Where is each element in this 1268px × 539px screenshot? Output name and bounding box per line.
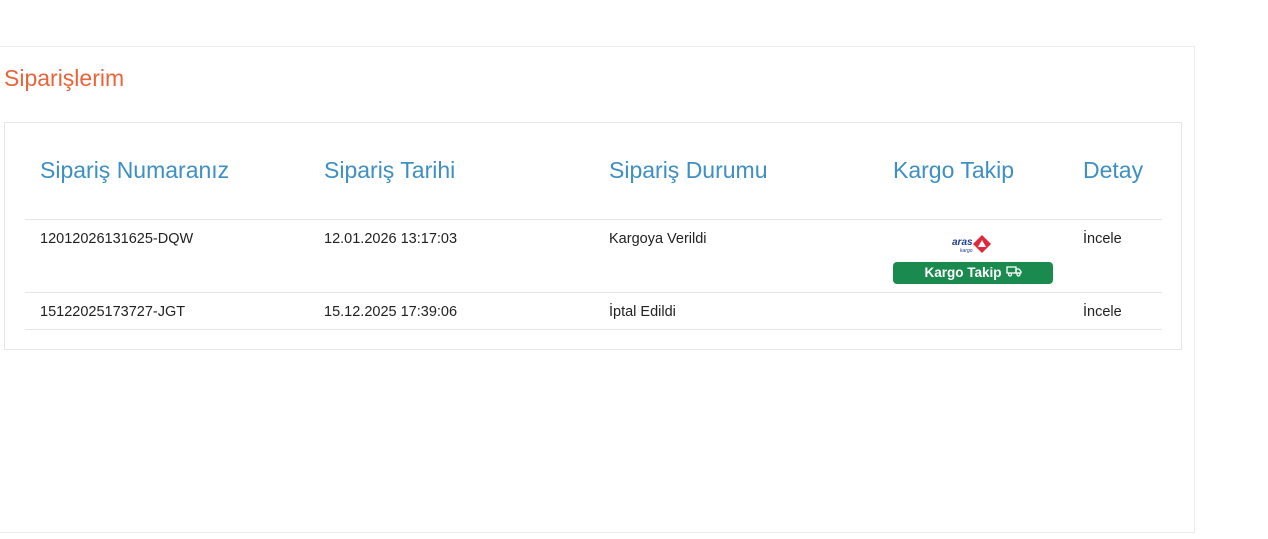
header-cargo-tracking: Kargo Takip <box>878 123 1068 220</box>
table-row: 12012026131625-DQW 12.01.2026 13:17:03 K… <box>25 219 1162 293</box>
aras-kargo-logo: aras kargo <box>893 234 1053 254</box>
header-detail: Detay <box>1068 123 1162 220</box>
table-row: 15122025173727-JGT 15.12.2025 17:39:06 İ… <box>25 292 1162 330</box>
header-order-status: Sipariş Durumu <box>594 123 878 220</box>
header-order-number: Sipariş Numaranız <box>25 123 309 220</box>
svg-text:kargo: kargo <box>960 248 973 254</box>
cargo-cell: aras kargo Kargo Takip <box>878 219 1068 293</box>
cargo-tracking-button[interactable]: Kargo Takip <box>893 261 1053 284</box>
page-title: Siparişlerim <box>4 65 125 91</box>
order-number-cell: 12012026131625-DQW <box>25 219 309 293</box>
detail-cell: İncele <box>1068 219 1162 293</box>
order-status-cell: Kargoya Verildi <box>594 219 878 293</box>
order-number-cell: 15122025173727-JGT <box>25 292 309 330</box>
cargo-tracking-button-label: Kargo Takip <box>924 265 1002 280</box>
header-order-date: Sipariş Tarihi <box>309 123 594 220</box>
truck-icon <box>1005 265 1022 280</box>
order-date-cell: 12.01.2026 13:17:03 <box>309 219 594 293</box>
orders-table-card: Sipariş Numaranız Sipariş Tarihi Sipariş… <box>4 122 1182 350</box>
order-date-cell: 15.12.2025 17:39:06 <box>309 292 594 330</box>
detail-link[interactable]: İncele <box>1083 231 1122 247</box>
detail-link[interactable]: İncele <box>1083 304 1122 320</box>
orders-table: Sipariş Numaranız Sipariş Tarihi Sipariş… <box>25 123 1162 330</box>
detail-cell: İncele <box>1068 292 1162 330</box>
svg-text:aras: aras <box>952 237 973 248</box>
table-header-row: Sipariş Numaranız Sipariş Tarihi Sipariş… <box>25 123 1162 220</box>
order-status-cell: İptal Edildi <box>594 292 878 330</box>
cargo-cell <box>878 292 1068 330</box>
